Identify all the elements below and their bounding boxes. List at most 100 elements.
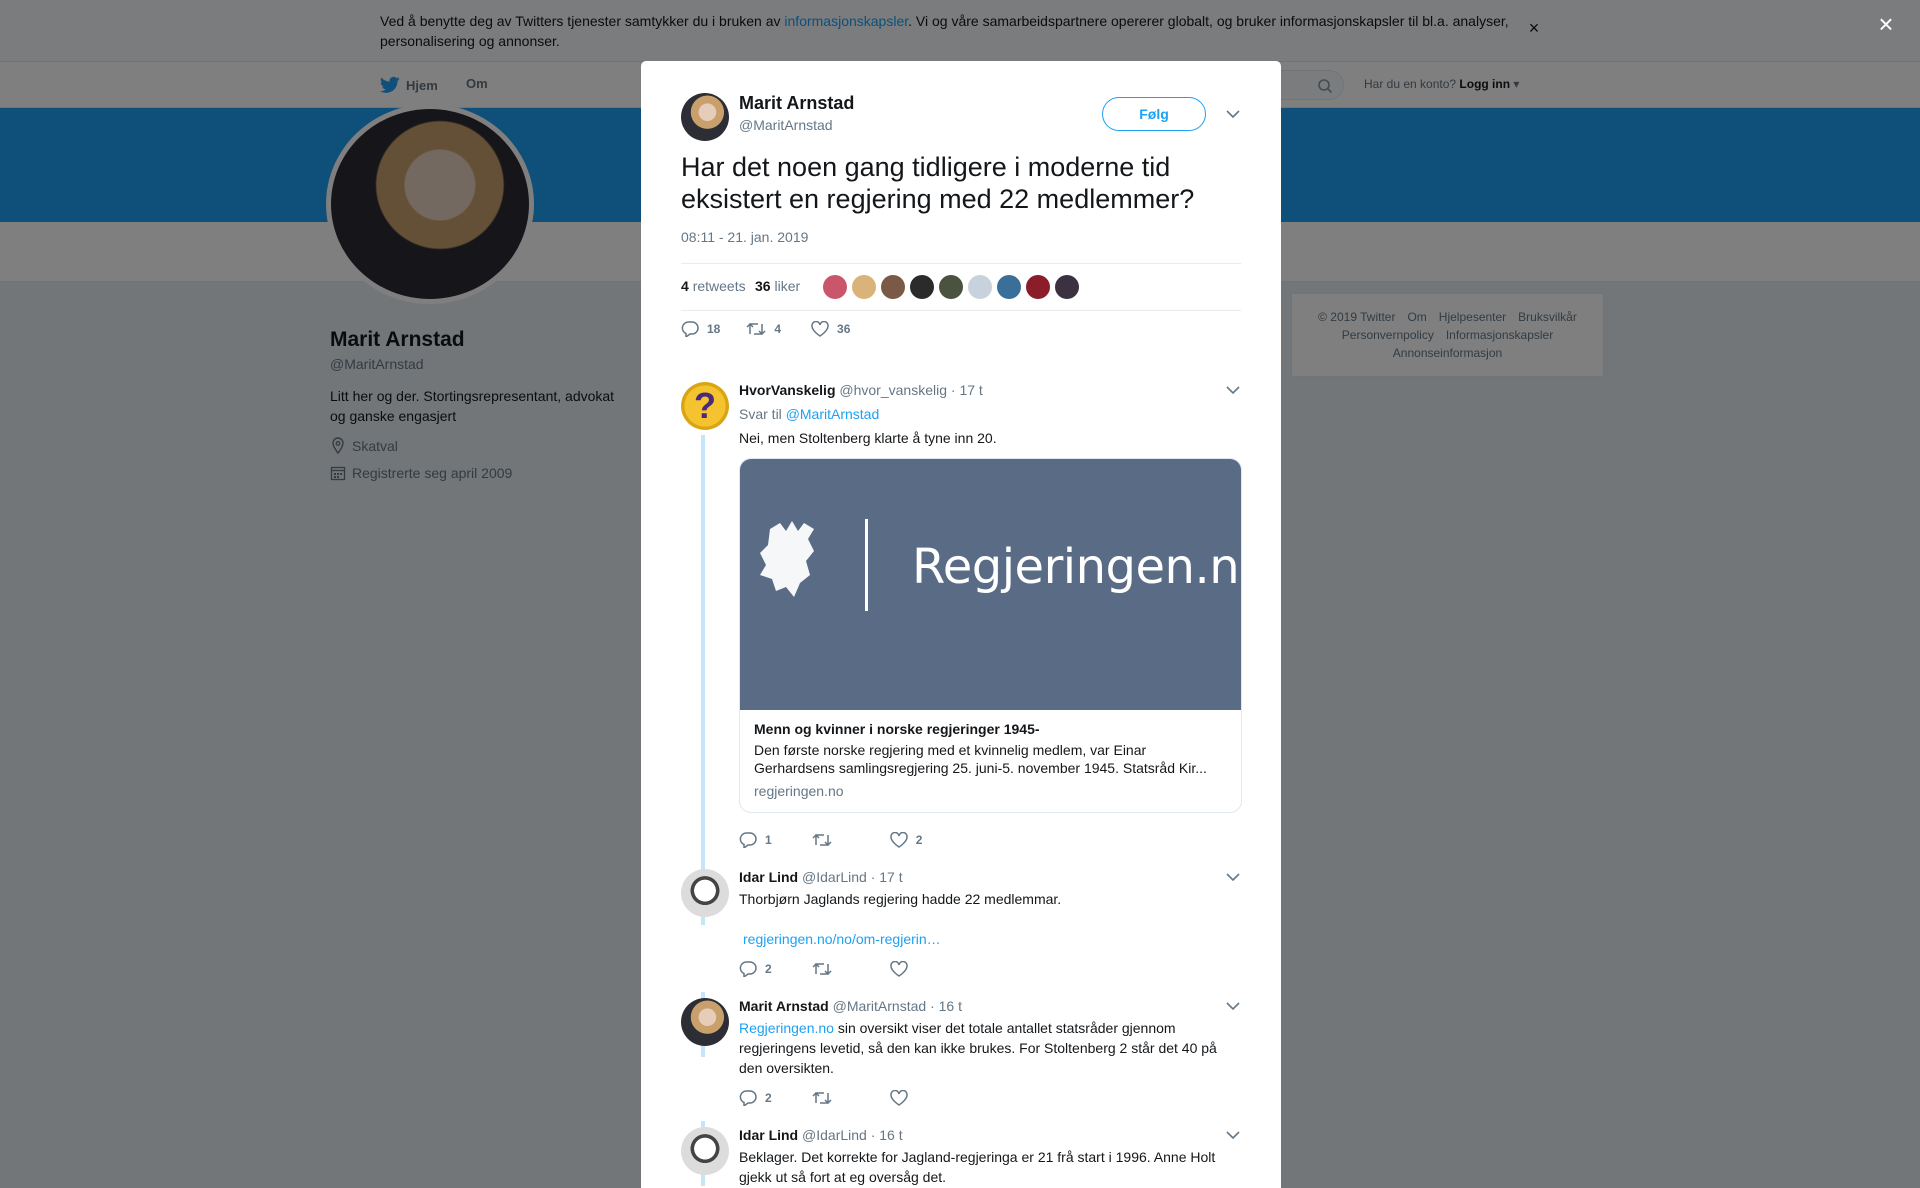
reply-count: 2	[765, 1091, 772, 1105]
reply-avatar[interactable]	[681, 869, 729, 917]
liker-avatar[interactable]	[1026, 275, 1050, 299]
card-image: Regjeringen.no	[740, 459, 1242, 710]
reply-actions: 2	[739, 1090, 936, 1106]
reply-icon	[739, 832, 757, 848]
liker-avatar[interactable]	[939, 275, 963, 299]
reply-button[interactable]: 2	[739, 1090, 772, 1106]
tweet-timestamp[interactable]: 08:11 - 21. jan. 2019	[681, 229, 808, 245]
reply-avatar[interactable]	[681, 1127, 729, 1175]
reply-name[interactable]: HvorVanskelig	[739, 382, 836, 398]
like-stat-count: 36	[755, 278, 771, 294]
tweet-actions: 18 4 36	[681, 321, 870, 337]
liker-avatar[interactable]	[1055, 275, 1079, 299]
like-count: 2	[915, 833, 923, 847]
retweet-stat[interactable]: 4 retweets	[681, 278, 746, 294]
question-mark-icon: ?	[694, 385, 716, 426]
reply-time[interactable]: · 17 t	[871, 869, 903, 885]
reply-icon	[739, 1090, 757, 1106]
retweet-icon	[812, 1091, 832, 1105]
reply-header: Idar Lind @IdarLind · 16 t	[739, 1127, 903, 1143]
liker-avatar[interactable]	[823, 275, 847, 299]
author-name[interactable]: Marit Arnstad	[739, 93, 854, 114]
card-domain: regjeringen.no	[754, 783, 844, 799]
link-card[interactable]: Regjeringen.no Menn og kvinner i norske …	[739, 458, 1242, 813]
like-stat-label: liker	[774, 278, 801, 294]
reply-header: HvorVanskelig @hvor_vanskelig · 17 t	[739, 382, 983, 398]
reply-button[interactable]: 18	[681, 321, 720, 337]
retweet-stat-count: 4	[681, 278, 689, 294]
reply-actions: 2	[739, 961, 936, 977]
reply-button[interactable]: 1	[739, 832, 772, 848]
reply-name[interactable]: Idar Lind	[739, 1127, 798, 1143]
reply-actions: 1 2	[739, 832, 942, 848]
reply-to-label: Svar til	[739, 406, 782, 422]
retweet-count: 4	[774, 322, 782, 336]
reply-avatar[interactable]	[681, 998, 729, 1046]
retweet-stat-label: retweets	[692, 278, 746, 294]
like-stat[interactable]: 36 liker	[755, 278, 800, 294]
liker-avatars	[823, 275, 1079, 299]
card-image-text: Regjeringen.no	[912, 539, 1242, 595]
retweet-button[interactable]	[812, 961, 840, 977]
tweet-menu-chevron-down-icon[interactable]	[1225, 106, 1241, 122]
reply-link[interactable]: regjeringen.no/no/om-regjerin…	[743, 929, 1233, 949]
reply-handle[interactable]: @IdarLind	[802, 869, 867, 885]
reply-count: 18	[707, 322, 721, 336]
tweet-modal: Marit Arnstad @MaritArnstad Følg Har det…	[641, 61, 1281, 1188]
reply-text: Regjeringen.no sin oversikt viser det to…	[739, 1018, 1229, 1078]
retweet-icon	[812, 833, 832, 847]
retweet-button[interactable]	[812, 832, 840, 848]
reply-handle[interactable]: @MaritArnstad	[833, 998, 927, 1014]
reply-count: 1	[765, 833, 772, 847]
like-count: 36	[837, 322, 851, 336]
reply-menu-chevron-down-icon[interactable]	[1225, 382, 1241, 398]
like-button[interactable]	[889, 961, 916, 977]
reply-to-link[interactable]: @MaritArnstad	[786, 406, 880, 422]
reply-icon	[681, 321, 699, 337]
reply-handle[interactable]: @hvor_vanskelig	[839, 382, 947, 398]
tweet-stats: 4 retweets 36 liker	[681, 263, 1241, 311]
reply-count: 2	[765, 962, 772, 976]
reply-icon	[739, 961, 757, 977]
liker-avatar[interactable]	[881, 275, 905, 299]
reply-time[interactable]: · 16 t	[930, 998, 962, 1014]
tweet-text: Har det noen gang tidligere i moderne ti…	[681, 152, 1195, 214]
heart-icon	[889, 961, 908, 977]
reply-handle[interactable]: @IdarLind	[802, 1127, 867, 1143]
like-button[interactable]: 2	[889, 832, 923, 848]
reply-time[interactable]: · 16 t	[871, 1127, 903, 1143]
liker-avatar[interactable]	[968, 275, 992, 299]
thread-line	[701, 435, 705, 925]
retweet-button[interactable]	[812, 1090, 840, 1106]
reply-button[interactable]: 2	[739, 961, 772, 977]
retweet-icon	[746, 322, 766, 336]
reply-avatar[interactable]: ?	[681, 382, 729, 430]
like-button[interactable]: 36	[811, 321, 850, 337]
follow-button[interactable]: Følg	[1102, 97, 1206, 131]
retweet-button[interactable]: 4	[746, 321, 781, 337]
reply-to: Svar til @MaritArnstad	[739, 404, 1229, 424]
heart-icon	[811, 321, 829, 337]
reply-text: Thorbjørn Jaglands regjering hadde 22 me…	[739, 891, 1062, 907]
retweet-icon	[812, 962, 832, 976]
reply-menu-chevron-down-icon[interactable]	[1225, 1127, 1241, 1143]
heart-icon	[889, 832, 908, 848]
card-description: Den første norske regjering med et kvinn…	[754, 742, 1207, 776]
author-avatar[interactable]	[681, 93, 729, 141]
modal-close-button[interactable]: ×	[1874, 11, 1898, 37]
reply-header: Idar Lind @IdarLind · 17 t	[739, 869, 903, 885]
like-button[interactable]	[889, 1090, 916, 1106]
liker-avatar[interactable]	[910, 275, 934, 299]
liker-avatar[interactable]	[852, 275, 876, 299]
reply-time[interactable]: · 17 t	[951, 382, 983, 398]
reply-text: Beklager. Det korrekte for Jagland-regje…	[739, 1149, 1216, 1185]
reply-menu-chevron-down-icon[interactable]	[1225, 998, 1241, 1014]
reply-header: Marit Arnstad @MaritArnstad · 16 t	[739, 998, 962, 1014]
reply-link[interactable]: Regjeringen.no	[739, 1020, 834, 1036]
reply-name[interactable]: Idar Lind	[739, 869, 798, 885]
reply-menu-chevron-down-icon[interactable]	[1225, 869, 1241, 885]
reply-name[interactable]: Marit Arnstad	[739, 998, 829, 1014]
author-handle[interactable]: @MaritArnstad	[739, 117, 833, 133]
liker-avatar[interactable]	[997, 275, 1021, 299]
reply-text: Nei, men Stoltenberg klarte å tyne inn 2…	[739, 430, 997, 446]
